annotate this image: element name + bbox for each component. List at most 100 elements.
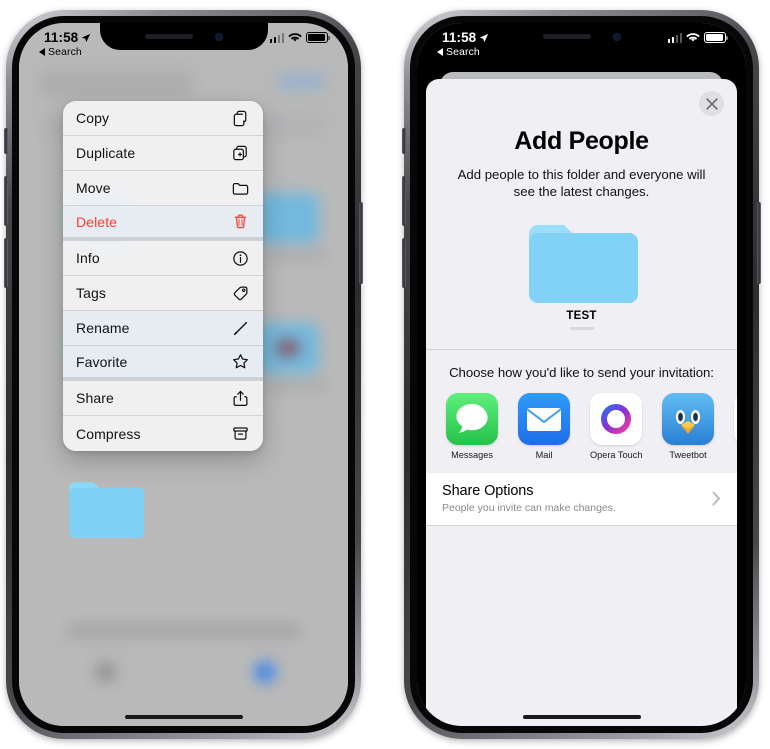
item-label: Share [76,390,114,406]
messages-app-icon [446,392,498,445]
volume-down-button[interactable] [402,238,406,288]
front-camera [612,32,621,41]
location-arrow-icon [82,33,91,42]
volume-down-button[interactable] [4,238,8,288]
back-to-search-button[interactable]: Search [437,46,489,58]
close-button[interactable] [699,91,724,116]
context-menu-item-delete[interactable]: Delete [63,206,263,241]
share-app-opera-touch[interactable]: Opera Touch [590,392,643,460]
context-menu[interactable]: Copy Duplicate Move Delete Info Tags Ren… [63,101,263,451]
status-time-group: 11:58 [437,30,489,45]
opera-touch-app-icon [590,392,642,445]
add-people-sheet: Add People Add people to this folder and… [426,79,737,726]
tweetbot-app-icon [662,392,714,445]
folder-icon [231,179,250,198]
context-menu-item-favorite[interactable]: Favorite [63,346,263,381]
copy-icon [231,109,250,128]
blurred-folder [257,193,319,243]
share-options-row[interactable]: Share Options People you invite can make… [426,473,737,525]
item-label: Move [76,180,111,196]
back-triangle-icon [437,48,443,56]
share-options-subtitle: People you invite can make changes. [442,501,616,514]
context-menu-item-tags[interactable]: Tags [63,276,263,311]
status-time-group: 11:58 [39,30,91,45]
front-camera [214,32,223,41]
notch [497,23,666,50]
divider [426,524,737,526]
pencil-icon [231,319,250,338]
star-icon [231,352,250,371]
home-indicator[interactable] [522,714,641,719]
item-label: Info [76,250,100,266]
app-label: Messages [451,449,493,460]
flickr-app-icon [734,392,737,445]
archive-icon [231,424,250,443]
mail-app-icon [518,392,570,445]
left-phone-frame: 11:58 Search Copy Duplicate Move Delete … [4,10,363,739]
silence-switch[interactable] [4,128,8,154]
context-menu-item-duplicate[interactable]: Duplicate [63,136,263,171]
battery-icon [704,32,729,43]
status-time: 11:58 [442,30,477,45]
status-right [667,30,729,43]
silence-switch[interactable] [402,128,406,154]
screenshot-stage: 11:58 Search Copy Duplicate Move Delete … [0,0,770,749]
sheet-subtitle: Add people to this folder and everyone w… [457,167,706,200]
right-phone-frame: Add People Add people to this folder and… [402,10,761,739]
divider [426,348,737,350]
wifi-icon [288,33,302,42]
share-prompt: Choose how you'd like to send your invit… [449,364,714,380]
back-label: Search [48,46,82,58]
status-left: 11:58 Search [437,30,489,58]
context-menu-item-copy[interactable]: Copy [63,101,263,136]
battery-icon [306,32,331,43]
back-triangle-icon [39,48,45,56]
item-label: Tags [76,285,106,301]
context-menu-item-rename[interactable]: Rename [63,311,263,346]
status-time: 11:58 [44,30,79,45]
folder-icon [69,482,145,538]
share-app-messages[interactable]: Messages [446,392,498,460]
share-options-title: Share Options [442,483,534,500]
tag-icon [231,284,250,303]
duplicate-icon [231,144,250,163]
home-indicator[interactable] [124,714,243,719]
share-app-tweetbot[interactable]: Tweetbot [662,392,714,460]
item-label: Duplicate [76,145,136,161]
share-apps-row[interactable]: Messages Mail Opera Touch Tweetbot [426,380,737,460]
power-button[interactable] [757,202,761,284]
blurred-toolbar-right [254,661,276,683]
context-menu-item-move[interactable]: Move [63,171,263,206]
blurred-nav-title [41,71,191,97]
trash-icon [231,212,250,231]
close-icon [705,97,718,110]
volume-up-button[interactable] [4,176,8,226]
blurred-toolbar-left [97,663,115,681]
cellular-bars-icon [269,32,284,43]
folder-name-label: TEST [566,309,597,322]
power-button[interactable] [359,202,363,284]
share-app-mail[interactable]: Mail [518,392,570,460]
blurred-folder-label [265,251,327,259]
notch [99,23,268,50]
folder-meta-placeholder [569,326,594,330]
share-app-flickr[interactable] [734,392,737,460]
right-phone-bezel: Add People Add people to this folder and… [410,16,753,733]
selected-folder[interactable] [67,478,149,542]
cellular-bars-icon [667,32,682,43]
app-label: Opera Touch [590,449,643,460]
context-menu-item-share[interactable]: Share [63,381,263,416]
back-to-search-button[interactable]: Search [39,46,91,58]
item-label: Delete [76,213,118,230]
left-phone-screen: 11:58 Search Copy Duplicate Move Delete … [19,23,348,726]
app-label: Mail [535,449,553,460]
blurred-folder [257,323,319,373]
context-menu-item-info[interactable]: Info [63,241,263,276]
context-menu-item-compress[interactable]: Compress [63,416,263,451]
share-options-text: Share Options People you invite can make… [442,483,616,514]
blurred-item-count [67,625,300,637]
left-phone-bezel: 11:58 Search Copy Duplicate Move Delete … [12,16,355,733]
blurred-select-button [278,75,324,88]
item-label: Rename [76,320,130,336]
volume-up-button[interactable] [402,176,406,226]
